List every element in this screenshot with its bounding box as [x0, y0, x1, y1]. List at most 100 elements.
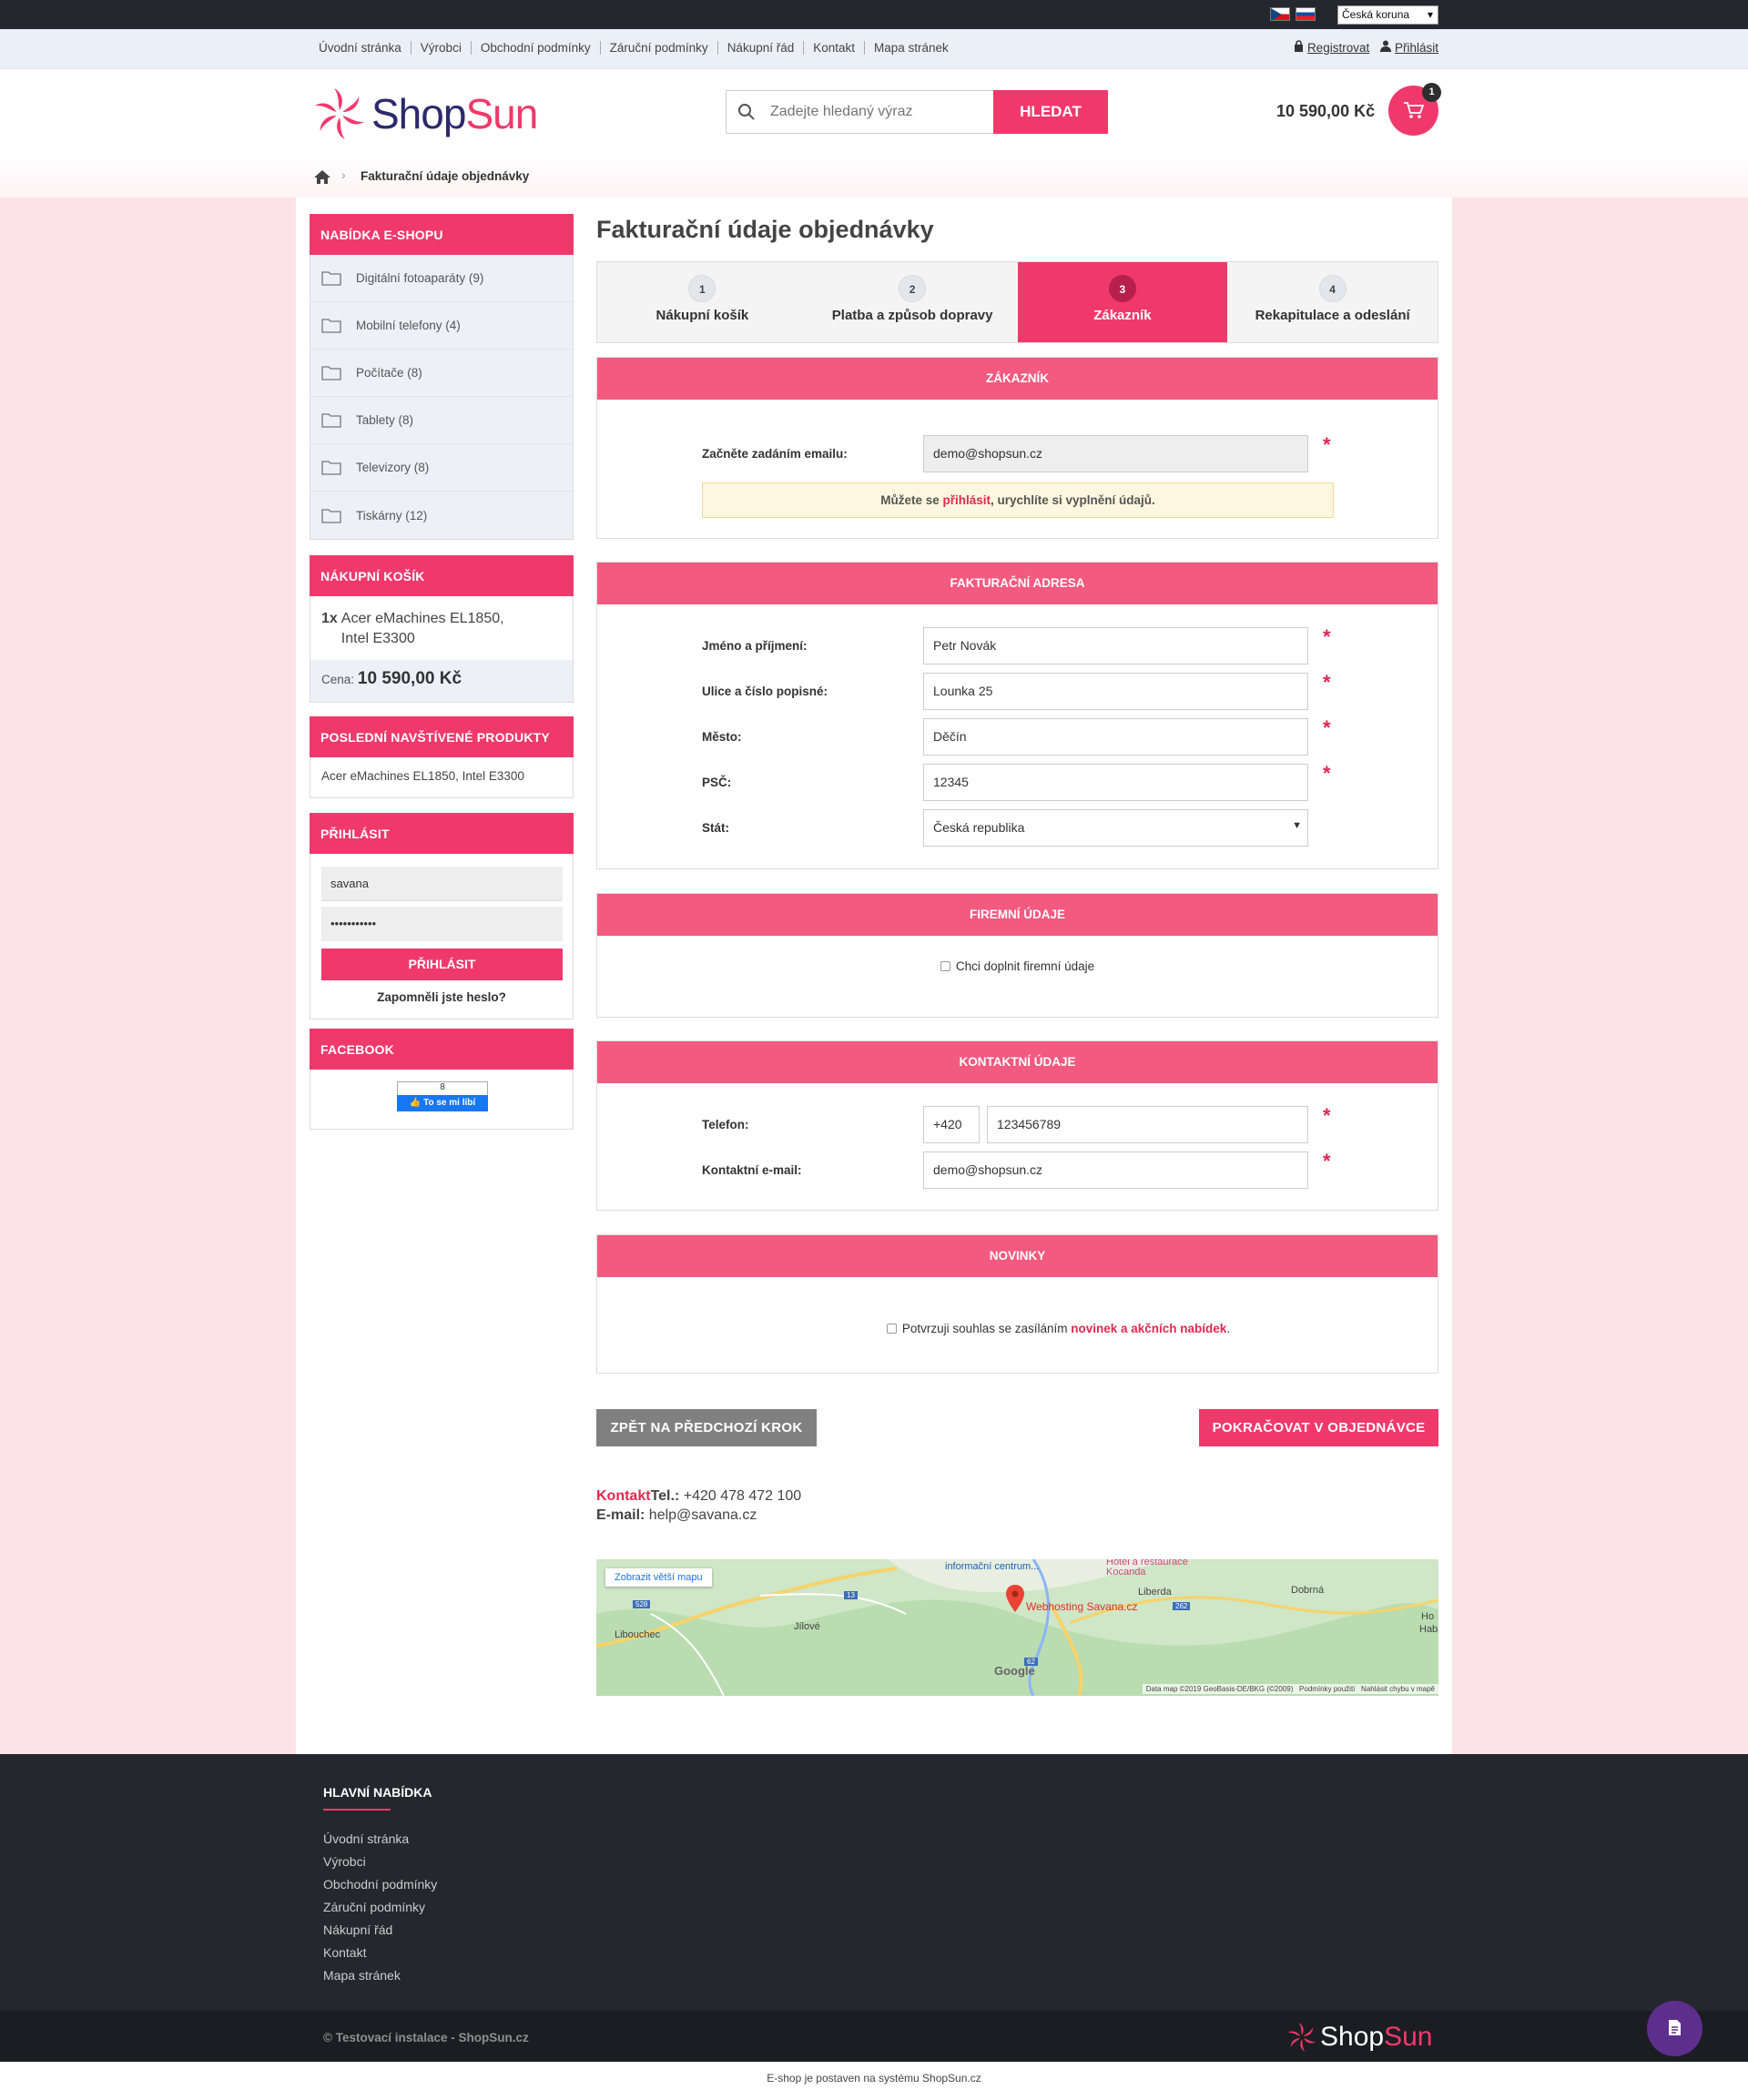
panel-billing: FAKTURAČNÍ ADRESA Jméno a příjmení: Petr…	[596, 562, 1438, 869]
fb-like-count: 8	[397, 1081, 488, 1096]
sidebar-item-cameras[interactable]: Digitální fotoaparáty (9)	[310, 255, 573, 302]
road-badge: 528	[633, 1600, 651, 1608]
footer-bottom: © Testovací instalace - ShopSun.cz ShopS…	[0, 2011, 1748, 2062]
phone-label: Telefon:	[702, 1118, 749, 1131]
register-link[interactable]: Registrovat	[1294, 40, 1369, 55]
required-mark: *	[1323, 625, 1331, 648]
panel-company: FIREMNÍ ÚDAJE Chci doplnit firemní údaje	[596, 893, 1438, 1018]
map-label: informační centrum...	[945, 1561, 1040, 1572]
contact-email-input[interactable]: demo@shopsun.cz	[923, 1151, 1308, 1189]
phone-input[interactable]: 123456789	[987, 1106, 1308, 1143]
sidebar-login-button[interactable]: PŘIHLÁSIT	[321, 949, 563, 980]
step-summary[interactable]: 4 Rekapitulace a odeslání	[1227, 262, 1438, 342]
folder-icon	[321, 508, 341, 523]
user-icon	[1380, 40, 1395, 55]
folder-icon	[321, 271, 341, 286]
nav-item-terms[interactable]: Obchodní podmínky	[470, 41, 600, 55]
company-checkbox-row[interactable]: Chci doplnit firemní údaje	[597, 959, 1438, 973]
checkout-steps: 1 Nákupní košík 2 Platba a způsob dopravy …	[596, 261, 1438, 343]
search-input[interactable]	[770, 91, 989, 133]
zip-input[interactable]: 12345	[923, 764, 1308, 801]
newsletter-checkbox[interactable]	[886, 1324, 897, 1334]
name-input[interactable]: Petr Novák	[923, 627, 1308, 664]
footer-link-contact[interactable]: Kontakt	[323, 1945, 437, 1968]
sidebar-recent: POSLEDNÍ NAVŠTÍVENÉ PRODUKTY Acer eMachi…	[310, 716, 574, 798]
contact-email-link[interactable]: help@savana.cz	[649, 1507, 757, 1523]
street-label: Ulice a číslo popisné:	[702, 685, 828, 698]
newsletter-checkbox-row[interactable]: Potvrzuji souhlas se zasíláním novinek a…	[597, 1322, 1438, 1335]
required-mark: *	[1323, 433, 1331, 456]
footer-link-warranty[interactable]: Záruční podmínky	[323, 1900, 437, 1922]
street-input[interactable]: Lounka 25	[923, 673, 1308, 710]
sidebar-item-tablets[interactable]: Tablety (8)	[310, 397, 573, 444]
recent-product-link[interactable]: Acer eMachines EL1850, Intel E3300	[321, 769, 524, 783]
footer-link-sitemap[interactable]: Mapa stránek	[323, 1968, 437, 1991]
search-button[interactable]: HLEDAT	[993, 90, 1108, 134]
cart-item[interactable]: 1x Acer eMachines EL1850, Intel E3300	[310, 596, 573, 660]
password-input[interactable]: •••••••••••	[321, 907, 563, 941]
step-cart[interactable]: 1 Nákupní košík	[597, 262, 808, 342]
top-bar: Česká koruna	[0, 0, 1748, 29]
thumbs-up-icon: 👍	[409, 1098, 422, 1108]
sidebar-item-printers[interactable]: Tiskárny (12)	[310, 492, 573, 539]
step-customer[interactable]: 3 Zákazník	[1017, 262, 1228, 342]
sun-logo-icon	[1287, 2023, 1316, 2052]
nav-item-contact[interactable]: Kontakt	[803, 41, 864, 55]
nav-item-warranty[interactable]: Záruční podmínky	[599, 41, 717, 55]
nav-item-manufacturers[interactable]: Výrobci	[410, 41, 471, 55]
floating-document-button[interactable]	[1647, 2001, 1702, 2056]
login-link[interactable]: Přihlásit	[1380, 40, 1438, 55]
system-credit[interactable]: E-shop je postaven na systému ShopSun.cz	[0, 2072, 1748, 2085]
city-input[interactable]: Děčín	[923, 718, 1308, 756]
panel-customer-title: ZÁKAZNÍK	[597, 358, 1438, 400]
city-label: Město:	[702, 730, 742, 744]
panel-customer: ZÁKAZNÍK Začněte zadáním emailu: demo@sh…	[596, 357, 1438, 539]
panel-contact: KONTAKTNÍ ÚDAJE Telefon: +420 123456789 …	[596, 1040, 1438, 1211]
customer-email-input[interactable]: demo@shopsun.cz	[923, 435, 1308, 472]
notice-login-link[interactable]: přihlásit	[942, 493, 991, 507]
nav-item-shopping-rules[interactable]: Nákupní řád	[716, 41, 804, 55]
sk-flag-icon[interactable]	[1296, 7, 1316, 21]
larger-map-link[interactable]: Zobrazit větší mapu	[605, 1568, 712, 1587]
back-button[interactable]: ZPĚT NA PŘEDCHOZÍ KROK	[596, 1409, 817, 1446]
footer-link-manufacturers[interactable]: Výrobci	[323, 1854, 437, 1877]
footer-link-terms[interactable]: Obchodní podmínky	[323, 1877, 437, 1900]
sidebar-cart-title: NÁKUPNÍ KOŠÍK	[310, 555, 574, 596]
nav-item-sitemap[interactable]: Mapa stránek	[864, 41, 958, 55]
google-map[interactable]: Zobrazit větší mapu informační centrum..…	[596, 1559, 1438, 1696]
home-icon[interactable]	[313, 169, 331, 188]
currency-select[interactable]: Česká koruna	[1337, 5, 1438, 25]
sidebar-item-phones[interactable]: Mobilní telefony (4)	[310, 302, 573, 350]
footer-link-shopping-rules[interactable]: Nákupní řád	[323, 1922, 437, 1945]
country-select[interactable]: Česká republika ▼	[923, 809, 1308, 847]
footer-logo[interactable]: ShopSun	[1284, 2022, 1432, 2053]
sidebar-item-tvs[interactable]: Televizory (8)	[310, 444, 573, 492]
cart-total[interactable]: 10 590,00 Kč	[1276, 102, 1375, 121]
nav-item-home[interactable]: Úvodní stránka	[319, 41, 411, 55]
step-payment-shipping[interactable]: 2 Platba a způsob dopravy	[808, 262, 1018, 342]
required-mark: *	[1323, 1104, 1331, 1127]
username-input[interactable]: savana	[321, 867, 563, 901]
map-label: Haba	[1419, 1624, 1438, 1635]
document-icon	[1669, 2020, 1681, 2035]
newsletter-link[interactable]: novinek a akčních nabídek	[1071, 1322, 1226, 1335]
sidebar-item-computers[interactable]: Počítače (8)	[310, 350, 573, 397]
fb-like-button[interactable]: 👍 To se mi líbí	[397, 1095, 488, 1111]
country-label: Stát:	[702, 821, 729, 835]
company-checkbox[interactable]	[940, 961, 950, 971]
panel-company-title: FIREMNÍ ÚDAJE	[597, 894, 1438, 936]
shopsun-logo[interactable]: ShopSun	[308, 86, 538, 141]
map-label: Libouchec	[615, 1629, 661, 1640]
required-mark: *	[1323, 671, 1331, 694]
continue-button[interactable]: POKRAČOVAT V OBJEDNÁVCE	[1199, 1409, 1438, 1446]
forgot-password-link[interactable]: Zapomněli jste heslo?	[310, 990, 573, 1004]
cart-button[interactable]: 1	[1388, 83, 1441, 136]
contact-info: KontaktTel.: +420 478 472 100 E-mail: he…	[596, 1488, 802, 1523]
road-badge: 13	[844, 1591, 858, 1599]
cz-flag-icon[interactable]	[1270, 7, 1290, 21]
map-pin-icon[interactable]	[1006, 1585, 1024, 1612]
breadcrumb-current: Fakturační údaje objednávky	[361, 169, 530, 183]
footer-link-home[interactable]: Úvodní stránka	[323, 1831, 437, 1854]
page-title: Fakturační údaje objednávky	[596, 216, 934, 243]
phone-prefix-input[interactable]: +420	[923, 1106, 980, 1143]
